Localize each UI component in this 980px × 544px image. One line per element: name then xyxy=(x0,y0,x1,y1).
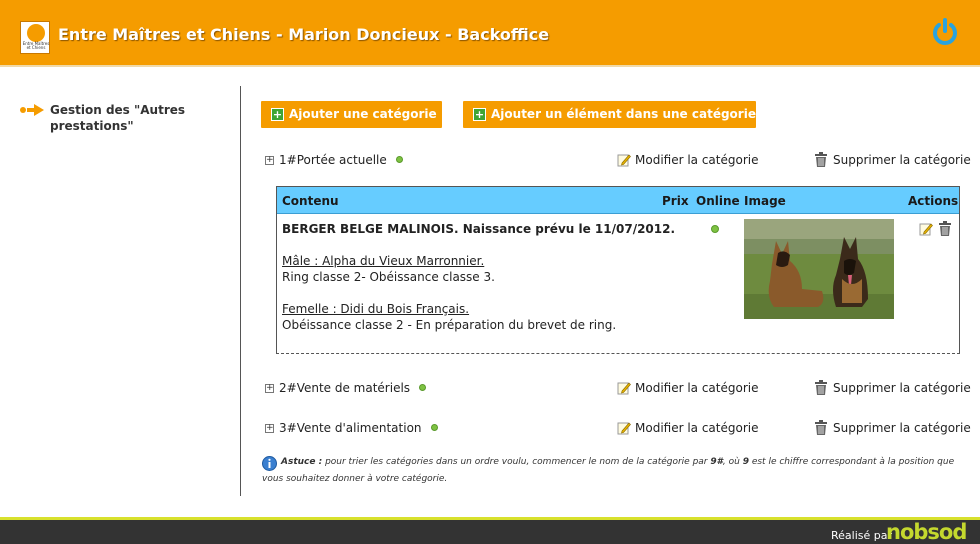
tip-text-2: , où xyxy=(722,457,743,467)
plus-icon: + xyxy=(473,108,486,121)
online-status-icon xyxy=(711,225,719,233)
tip-text-line-2: vous souhaitez donner à votre catégorie. xyxy=(262,474,448,484)
column-header-actions: Actions xyxy=(908,194,959,208)
logo-text: Entre Maîtres et Chiens xyxy=(22,41,50,50)
pencil-icon xyxy=(617,382,631,395)
add-category-label: Ajouter une catégorie xyxy=(289,107,437,121)
power-icon[interactable] xyxy=(930,17,960,47)
column-header-price: Prix xyxy=(662,194,689,208)
footer-brand-logo[interactable]: nobsod xyxy=(886,520,967,544)
trash-icon xyxy=(815,420,827,435)
column-header-online: Online xyxy=(696,194,740,208)
category-name: 3#Vente d'alimentation xyxy=(279,421,438,435)
arrow-right-icon xyxy=(20,104,44,116)
edit-category-link[interactable]: Modifier la catégorie xyxy=(617,381,759,395)
tip-text-1: pour trier les catégories dans un ordre … xyxy=(322,457,711,467)
item-female-label: Femelle : Didi du Bois Français. xyxy=(282,302,470,316)
tip-label: Astuce : xyxy=(281,457,323,467)
category-name: 1#Portée actuelle xyxy=(279,153,403,167)
online-status-icon xyxy=(395,156,403,163)
tip-text: Astuce : pour trier les catégories dans … xyxy=(281,455,954,469)
edit-category-label: Modifier la catégorie xyxy=(635,381,759,395)
sidebar: Gestion des "Autres prestations" xyxy=(0,86,241,496)
tip-text-3: est le chiffre correspondant à la positi… xyxy=(748,457,955,467)
pencil-icon xyxy=(617,422,631,435)
column-header-image: Image xyxy=(744,194,786,208)
info-icon xyxy=(262,456,277,471)
column-header-content: Contenu xyxy=(282,194,339,208)
delete-category-link[interactable]: Supprimer la catégorie xyxy=(814,420,971,435)
trash-icon xyxy=(815,152,827,167)
item-male-desc: Ring classe 2- Obéissance classe 3. xyxy=(282,270,495,284)
edit-category-link[interactable]: Modifier la catégorie xyxy=(617,421,759,435)
delete-category-link[interactable]: Supprimer la catégorie xyxy=(814,380,971,395)
expand-toggle[interactable]: + xyxy=(265,384,274,393)
edit-item-icon[interactable] xyxy=(919,222,933,236)
app-title: Entre Maîtres et Chiens - Marion Doncieu… xyxy=(58,25,550,44)
online-status-icon xyxy=(419,384,427,391)
delete-category-label: Supprimer la catégorie xyxy=(833,381,971,395)
expand-toggle[interactable]: + xyxy=(265,424,274,433)
category-items-table: Contenu Prix Online Image Actions BERGER… xyxy=(276,186,960,354)
edit-category-label: Modifier la catégorie xyxy=(635,153,759,167)
paw-icon xyxy=(27,24,45,42)
category-name-text: 1#Portée actuelle xyxy=(279,153,387,167)
footer-credit: Réalisé par xyxy=(831,529,893,542)
edit-category-label: Modifier la catégorie xyxy=(635,421,759,435)
table-row: BERGER BELGE MALINOIS. Naissance prévu l… xyxy=(277,214,959,354)
tip-bold-1: 9# xyxy=(710,457,723,467)
item-title: BERGER BELGE MALINOIS. Naissance prévu l… xyxy=(282,222,676,236)
add-element-button[interactable]: + Ajouter un élément dans une catégorie xyxy=(463,101,756,128)
add-category-button[interactable]: + Ajouter une catégorie xyxy=(261,101,442,128)
delete-item-icon[interactable] xyxy=(938,221,952,237)
category-row: + 3#Vente d'alimentation Modifier la cat… xyxy=(265,420,971,438)
app-header: Entre Maîtres et Chiens Entre Maîtres et… xyxy=(0,0,980,67)
item-content: BERGER BELGE MALINOIS. Naissance prévu l… xyxy=(282,221,676,333)
item-image xyxy=(744,219,894,319)
category-name: 2#Vente de matériels xyxy=(279,381,427,395)
dogs-photo xyxy=(744,219,894,319)
delete-category-link[interactable]: Supprimer la catégorie xyxy=(814,152,971,167)
sidebar-item-label: Gestion des "Autres prestations" xyxy=(50,103,186,133)
delete-category-label: Supprimer la catégorie xyxy=(833,421,971,435)
category-name-text: 2#Vente de matériels xyxy=(279,381,411,395)
add-element-label: Ajouter un élément dans une catégorie xyxy=(491,107,756,121)
item-female-desc: Obéissance classe 2 - En préparation du … xyxy=(282,318,617,332)
online-status-icon xyxy=(430,424,438,431)
item-male-label: Mâle : Alpha du Vieux Marronnier. xyxy=(282,254,485,268)
edit-category-link[interactable]: Modifier la catégorie xyxy=(617,153,759,167)
expand-toggle[interactable]: + xyxy=(265,156,274,165)
pencil-icon xyxy=(617,154,631,167)
table-header: Contenu Prix Online Image Actions xyxy=(277,187,959,214)
category-row: + 1#Portée actuelle Modifier la catégori… xyxy=(265,152,971,170)
plus-icon: + xyxy=(271,108,284,121)
category-name-text: 3#Vente d'alimentation xyxy=(279,421,422,435)
delete-category-label: Supprimer la catégorie xyxy=(833,153,971,167)
trash-icon xyxy=(815,380,827,395)
brand-logo[interactable]: Entre Maîtres et Chiens xyxy=(20,21,50,54)
app-footer: Réalisé par nobsod xyxy=(0,517,980,544)
category-row: + 2#Vente de matériels Modifier la catég… xyxy=(265,380,971,398)
